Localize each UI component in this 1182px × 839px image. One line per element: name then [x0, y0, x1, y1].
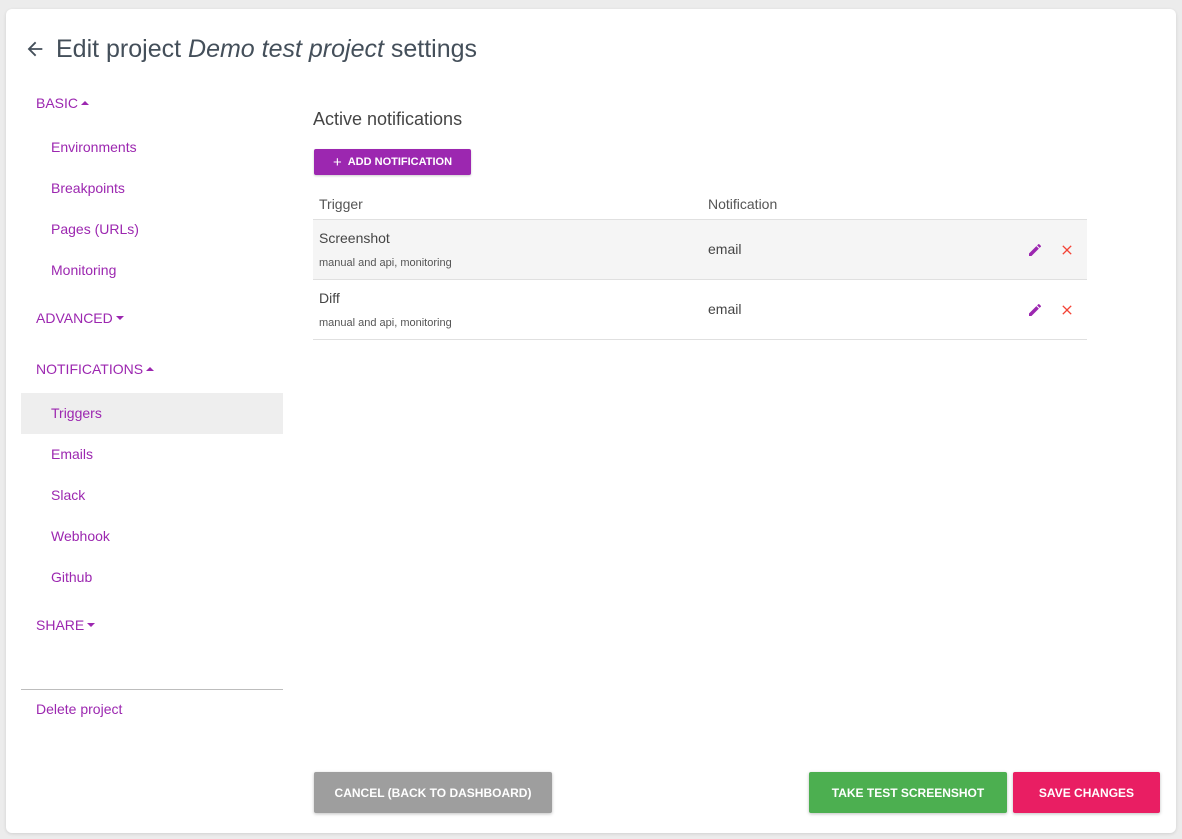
nav-item-webhook[interactable]: Webhook	[21, 516, 283, 557]
nav-item-emails[interactable]: Emails	[21, 434, 283, 475]
project-name: Demo test project	[188, 34, 384, 63]
sidebar-divider	[21, 689, 283, 690]
caret-down-icon	[115, 316, 124, 320]
trigger-name: Screenshot	[319, 229, 390, 246]
nav-item-slack[interactable]: Slack	[21, 475, 283, 516]
nav-item-breakpoints[interactable]: Breakpoints	[21, 168, 283, 209]
table-row: Diff manual and api, monitoring email	[313, 279, 1087, 340]
settings-card: Edit project Demo test project settings …	[6, 9, 1176, 833]
nav-item-triggers[interactable]: Triggers	[21, 393, 283, 434]
main-content: Active notifications + ADD NOTIFICATION …	[313, 109, 1088, 340]
page-header: Edit project Demo test project settings	[24, 31, 477, 67]
title-suffix: settings	[390, 34, 478, 63]
add-notification-button[interactable]: + ADD NOTIFICATION	[314, 149, 471, 175]
nav-item-environments[interactable]: Environments	[21, 127, 283, 168]
caret-up-icon	[146, 367, 155, 371]
section-advanced[interactable]: ADVANCED	[36, 310, 124, 326]
nav-item-pages[interactable]: Pages (URLs)	[21, 209, 283, 250]
column-header-trigger: Trigger	[313, 189, 702, 220]
take-test-screenshot-button[interactable]: TAKE TEST SCREENSHOT	[809, 772, 1007, 813]
section-advanced-label: ADVANCED	[36, 310, 113, 326]
title-prefix: Edit project	[56, 34, 182, 63]
section-basic[interactable]: BASIC	[36, 95, 90, 111]
section-share[interactable]: SHARE	[36, 617, 96, 633]
pencil-icon[interactable]	[1027, 242, 1043, 258]
close-icon[interactable]	[1059, 302, 1075, 318]
trigger-cell: Screenshot manual and api, monitoring	[313, 219, 702, 280]
trigger-name: Diff	[319, 289, 340, 306]
section-notifications[interactable]: NOTIFICATIONS	[36, 361, 155, 377]
add-notification-label: ADD NOTIFICATION	[347, 156, 453, 168]
close-icon[interactable]	[1059, 242, 1075, 258]
actions-cell	[967, 219, 1087, 280]
trigger-sources: manual and api, monitoring	[319, 256, 452, 269]
notification-cell: email	[702, 279, 967, 340]
caret-down-icon	[87, 623, 96, 627]
column-header-notification: Notification	[702, 189, 967, 220]
notifications-table: Trigger Notification Screenshot manual a…	[313, 189, 1087, 340]
save-changes-button[interactable]: SAVE CHANGES	[1013, 772, 1160, 813]
plus-icon: +	[332, 153, 342, 171]
cancel-button[interactable]: CANCEL (BACK TO DASHBOARD)	[314, 772, 552, 813]
nav-item-github[interactable]: Github	[21, 557, 283, 598]
caret-up-icon	[81, 101, 90, 105]
page-title: Edit project Demo test project settings	[56, 35, 477, 64]
pencil-icon[interactable]	[1027, 302, 1043, 318]
nav-item-monitoring[interactable]: Monitoring	[21, 250, 283, 291]
table-row: Screenshot manual and api, monitoring em…	[313, 219, 1087, 280]
column-header-actions	[967, 189, 1087, 220]
section-basic-label: BASIC	[36, 95, 79, 111]
trigger-cell: Diff manual and api, monitoring	[313, 279, 702, 340]
delete-project-link[interactable]: Delete project	[36, 701, 122, 717]
section-title: Active notifications	[313, 109, 463, 129]
arrow-left-icon[interactable]	[24, 38, 46, 60]
section-notifications-label: NOTIFICATIONS	[36, 361, 144, 377]
trigger-sources: manual and api, monitoring	[319, 316, 452, 329]
actions-cell	[967, 279, 1087, 340]
section-share-label: SHARE	[36, 617, 85, 633]
notification-cell: email	[702, 219, 967, 280]
